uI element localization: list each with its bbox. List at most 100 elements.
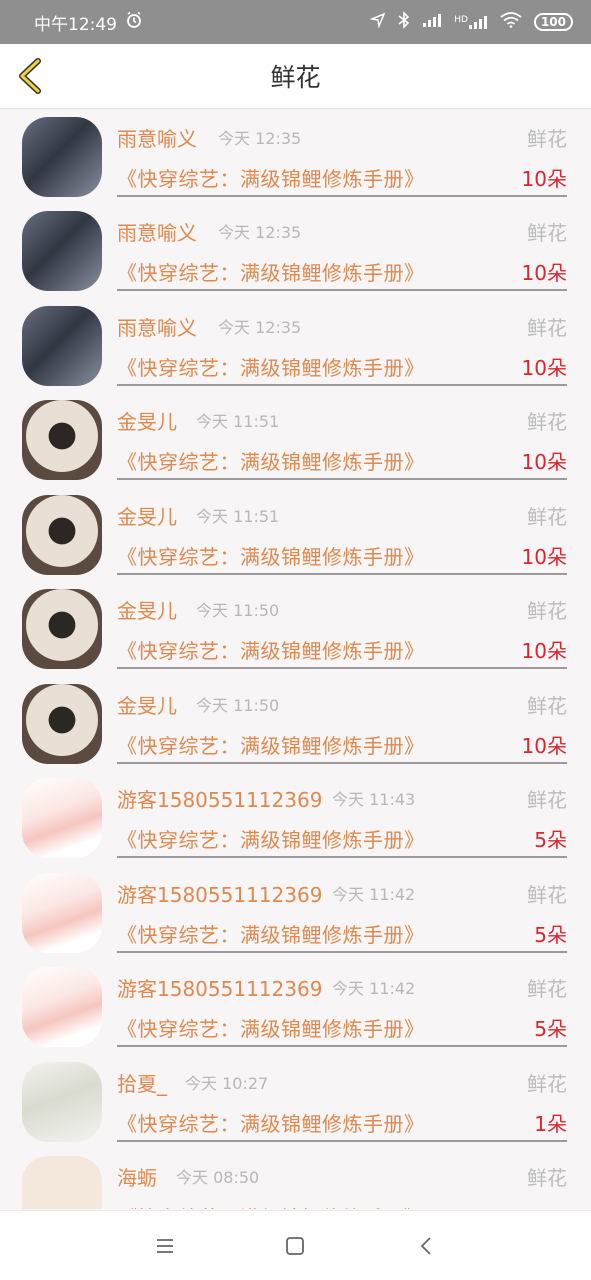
- user-name[interactable]: 金旻儿: [117, 595, 177, 624]
- timestamp: 今天 11:51: [196, 412, 280, 431]
- list-item[interactable]: 雨意喻义 今天 12:35 鲜花《快穿综艺：满级锦鲤修炼手册》 10朵: [0, 298, 591, 392]
- flower-count: 5朵: [534, 1017, 567, 1041]
- home-button[interactable]: [275, 1226, 315, 1266]
- avatar[interactable]: [22, 211, 102, 291]
- list-item[interactable]: 拾夏_ 今天 10:27 鲜花《快穿综艺：满级锦鲤修炼手册》 1朵: [0, 1054, 591, 1148]
- flower-count: 10朵: [521, 261, 567, 285]
- book-title[interactable]: 《快穿综艺：满级锦鲤修炼手册》: [117, 1108, 425, 1137]
- row-divider: [117, 478, 567, 480]
- chevron-left-icon: [19, 58, 41, 94]
- avatar[interactable]: [22, 589, 102, 669]
- gift-type-label: 鲜花: [527, 221, 567, 245]
- flower-count: 5朵: [534, 828, 567, 852]
- book-title[interactable]: 《快穿综艺：满级锦鲤修炼手册》: [117, 635, 425, 664]
- avatar[interactable]: [22, 967, 102, 1047]
- system-back-button[interactable]: [406, 1226, 446, 1266]
- gift-type-label: 鲜花: [527, 316, 567, 340]
- list-item[interactable]: 金旻儿 今天 11:50 鲜花《快穿综艺：满级锦鲤修炼手册》 10朵: [0, 581, 591, 675]
- row-divider: [117, 856, 567, 858]
- list-item[interactable]: 游客1580551112369 今天 11:43 鲜花 《快穿综艺：满级锦鲤修炼手册》…: [0, 770, 591, 864]
- timestamp: 今天 12:35: [218, 318, 302, 337]
- book-title[interactable]: 《快穿综艺：满级锦鲤修炼手册》: [117, 257, 425, 286]
- gift-type-label: 鲜花: [527, 694, 567, 718]
- user-name[interactable]: 金旻儿: [117, 406, 177, 435]
- gift-type-label: 鲜花: [527, 505, 567, 529]
- avatar[interactable]: [22, 684, 102, 764]
- book-title[interactable]: 《快穿综艺：满级锦鲤修炼手册》: [117, 824, 425, 853]
- book-title[interactable]: 《快穿综艺：满级锦鲤修炼手册》: [117, 1013, 425, 1042]
- page-title: 鲜花: [270, 63, 321, 92]
- flower-count: 10朵: [521, 450, 567, 474]
- timestamp: 今天 11:51: [196, 507, 280, 526]
- gift-type-label: 鲜花: [527, 599, 567, 623]
- gift-type-label: 鲜花: [527, 883, 567, 907]
- list-item[interactable]: 雨意喻义 今天 12:35 鲜花 《快穿综艺：满级锦鲤修炼手册》 10朵: [0, 109, 591, 203]
- home-square-icon: [286, 1236, 305, 1255]
- wifi-icon: [500, 12, 522, 32]
- back-button[interactable]: [12, 56, 52, 96]
- gift-type-label: 鲜花: [527, 1166, 567, 1190]
- row-divider: [117, 289, 567, 291]
- user-name[interactable]: 游客1580551112369: [117, 784, 322, 813]
- system-nav-bar: [0, 1210, 591, 1280]
- row-divider: [117, 573, 567, 575]
- timestamp: 今天 11:50: [196, 601, 280, 620]
- list-item[interactable]: 雨意喻义 今天 12:35 鲜花《快穿综艺：满级锦鲤修炼手册》 10朵: [0, 203, 591, 297]
- signal-hd-icon: HD: [454, 15, 488, 29]
- avatar[interactable]: [22, 1062, 102, 1142]
- flower-record-list[interactable]: 雨意喻义 今天 12:35 鲜花 《快穿综艺：满级锦鲤修炼手册》 10朵 雨意喻义 今天 1…: [0, 109, 591, 1209]
- row-divider: [117, 195, 567, 197]
- book-title[interactable]: 《快穿综艺：满级锦鲤修炼手册》: [117, 163, 425, 192]
- user-name[interactable]: 金旻儿: [117, 501, 177, 530]
- menu-button[interactable]: [145, 1226, 185, 1266]
- bluetooth-icon: [398, 11, 410, 33]
- avatar[interactable]: [22, 495, 102, 575]
- row-divider: [117, 951, 567, 953]
- book-title[interactable]: 《快穿综艺：满级锦鲤修炼手册》: [117, 919, 425, 948]
- timestamp: 今天 08:50: [176, 1168, 260, 1187]
- avatar[interactable]: [22, 1156, 102, 1209]
- gift-type-label: 鲜花: [527, 788, 567, 812]
- book-title[interactable]: 《快穿综艺：满级锦鲤修炼手册》: [117, 446, 425, 475]
- gift-type-label: 鲜花: [527, 1072, 567, 1096]
- list-item[interactable]: 金旻儿 今天 11:51 鲜花《快穿综艺：满级锦鲤修炼手册》 10朵: [0, 487, 591, 581]
- timestamp: 今天 11:42: [332, 885, 416, 904]
- hd-label: HD: [454, 15, 468, 25]
- list-item[interactable]: 海蛎今天 08:50 鲜花《快穿综艺：满级锦鲤修炼手册》: [0, 1148, 591, 1209]
- book-title[interactable]: 《快穿综艺：满级锦鲤修炼手册》: [117, 730, 425, 759]
- list-item[interactable]: 金旻儿 今天 11:51 鲜花《快穿综艺：满级锦鲤修炼手册》 10朵: [0, 392, 591, 486]
- gift-type-label: 鲜花: [527, 127, 567, 151]
- user-name[interactable]: 拾夏_: [117, 1068, 167, 1097]
- flower-count: 1朵: [534, 1112, 567, 1136]
- timestamp: 今天 11:42: [332, 979, 416, 998]
- list-item[interactable]: 金旻儿 今天 11:50 鲜花 《快穿综艺：满级锦鲤修炼手册》 10朵: [0, 676, 591, 770]
- user-name[interactable]: 游客1580551112369: [117, 879, 322, 908]
- list-item[interactable]: 游客1580551112369 今天 11:42 鲜花 《快穿综艺：满级锦鲤修炼手册》…: [0, 959, 591, 1053]
- avatar[interactable]: [22, 306, 102, 386]
- avatar[interactable]: [22, 873, 102, 953]
- timestamp: 今天 10:27: [185, 1074, 269, 1093]
- avatar[interactable]: [22, 117, 102, 197]
- gift-type-label: 鲜花: [527, 410, 567, 434]
- flower-count: 10朵: [521, 356, 567, 380]
- flower-count: 10朵: [521, 639, 567, 663]
- user-name[interactable]: 游客1580551112369: [117, 973, 322, 1002]
- book-title[interactable]: 《快穿综艺：满级锦鲤修炼手册》: [117, 352, 425, 381]
- user-name[interactable]: 雨意喻义: [117, 312, 197, 341]
- timestamp: 今天 12:35: [218, 223, 302, 242]
- avatar[interactable]: [22, 778, 102, 858]
- user-name[interactable]: 雨意喻义: [117, 123, 197, 152]
- user-name[interactable]: 海蛎: [117, 1162, 157, 1191]
- back-triangle-icon: [420, 1236, 431, 1255]
- list-item[interactable]: 游客1580551112369 今天 11:42 鲜花《快穿综艺：满级锦鲤修炼手册》…: [0, 865, 591, 959]
- user-name[interactable]: 雨意喻义: [117, 217, 197, 246]
- avatar[interactable]: [22, 400, 102, 480]
- flower-count: 10朵: [521, 545, 567, 569]
- book-title[interactable]: 《快穿综艺：满级锦鲤修炼手册》: [117, 1202, 425, 1209]
- menu-icon: [157, 1238, 174, 1253]
- book-title[interactable]: 《快穿综艺：满级锦鲤修炼手册》: [117, 541, 425, 570]
- alarm-icon: [125, 11, 143, 34]
- row-divider: [117, 762, 567, 764]
- user-name[interactable]: 金旻儿: [117, 690, 177, 719]
- status-time: 中午12:49: [34, 14, 117, 35]
